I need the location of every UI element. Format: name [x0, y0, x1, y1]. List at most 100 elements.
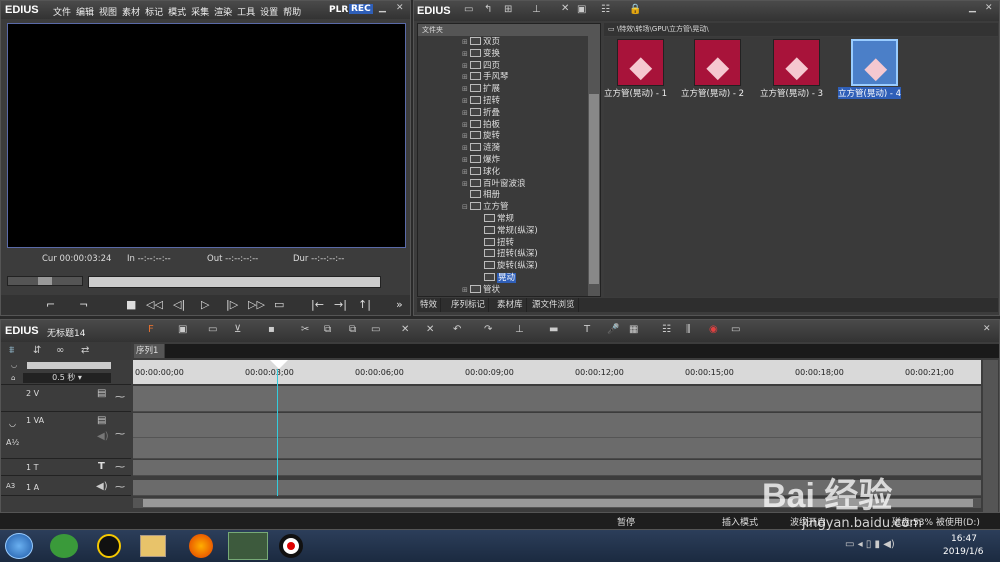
plr-button[interactable]: PLR: [329, 5, 348, 15]
track-lane-2v[interactable]: [133, 386, 981, 412]
split-icon[interactable]: ↑|: [358, 298, 371, 311]
track-1va-mute-icon[interactable]: ⁓: [115, 429, 125, 440]
properties-icon[interactable]: ▣: [577, 4, 586, 15]
expand-icon[interactable]: ⊞: [462, 285, 470, 296]
status-insert-mode[interactable]: 插入模式: [722, 515, 758, 528]
tree-item[interactable]: 常规: [476, 214, 514, 226]
rewind-icon[interactable]: ◁◁: [146, 298, 163, 311]
tree-view-icon[interactable]: ⊞: [504, 4, 512, 15]
tree-item[interactable]: ⊞ 扭转: [462, 96, 500, 108]
transition-thumbnail[interactable]: ◆: [773, 39, 820, 86]
replace-icon[interactable]: ▭: [371, 324, 380, 335]
menu-capture[interactable]: 采集: [191, 8, 209, 18]
zoom-select[interactable]: 0.5 秒 ▾: [23, 373, 111, 383]
effects-minimize-icon[interactable]: ▁: [969, 3, 976, 13]
more-icon[interactable]: »: [396, 298, 403, 311]
tree-item[interactable]: ⊞ 爆炸: [462, 155, 500, 167]
render-icon[interactable]: ▦: [629, 324, 638, 335]
transition-label[interactable]: 立方管(晃动) - 1: [604, 87, 667, 99]
menu-marker[interactable]: 标记: [145, 8, 163, 18]
expand-icon[interactable]: ⊞: [462, 49, 470, 61]
tree-item[interactable]: ⊞ 旋转: [462, 131, 500, 143]
edius-task-icon[interactable]: [228, 532, 268, 560]
loop-icon[interactable]: ▭: [274, 298, 284, 311]
shuttle-handle[interactable]: [38, 277, 52, 285]
expand-icon[interactable]: ⊞: [462, 61, 470, 73]
stop-icon[interactable]: ■: [126, 298, 136, 311]
tree-item[interactable]: 扭转(纵深): [476, 249, 538, 261]
save-icon[interactable]: ▪: [268, 324, 275, 335]
track-2v-visible-icon[interactable]: ▤: [97, 388, 106, 399]
expand-icon[interactable]: ⊞: [462, 143, 470, 155]
zoom-lock-icon[interactable]: ⌂: [11, 374, 15, 382]
expand-icon[interactable]: ⊞: [462, 37, 470, 49]
apply-icon[interactable]: ⊥: [532, 4, 541, 15]
tree-item[interactable]: 扭转: [476, 237, 514, 250]
menu-render[interactable]: 渲染: [214, 8, 232, 18]
step-forward-icon[interactable]: |▷: [226, 298, 238, 311]
qq-icon[interactable]: [97, 534, 121, 558]
sync-icon[interactable]: ⇵: [33, 345, 41, 356]
marker-icon[interactable]: ▬: [549, 324, 558, 335]
tree-item[interactable]: 旋转(纵深): [476, 261, 538, 273]
play-icon[interactable]: ▷: [201, 298, 209, 311]
mixer-icon[interactable]: ☷: [662, 324, 671, 335]
redo-icon[interactable]: ↷: [484, 324, 492, 335]
minimize-icon[interactable]: ▁: [379, 3, 386, 13]
tree-item[interactable]: ⊞ 变换: [462, 48, 500, 61]
shuttle-slider[interactable]: [7, 276, 83, 286]
track-1a-mute-icon[interactable]: ⁓: [115, 482, 125, 493]
folder-icon[interactable]: ▭: [464, 4, 473, 15]
tab-effects[interactable]: 特效: [417, 298, 442, 312]
transition-thumbnail[interactable]: ◆: [617, 39, 664, 86]
tree-item[interactable]: 相册: [462, 190, 500, 202]
tree-item[interactable]: 常规(纵深): [476, 225, 538, 238]
speaker-icon[interactable]: ◀): [96, 481, 108, 492]
color-icon[interactable]: ◉: [709, 324, 718, 335]
firefox-icon[interactable]: [189, 534, 213, 558]
audio-mixer-icon[interactable]: ⫼: [686, 324, 691, 335]
tree-item[interactable]: ⊞ 四页: [462, 60, 500, 73]
explorer-icon[interactable]: [140, 535, 166, 557]
ruler-scrollbar[interactable]: [983, 360, 998, 512]
zoom-slider[interactable]: [27, 362, 111, 369]
split-clip-icon[interactable]: ⊥: [515, 324, 524, 335]
track-header-1a[interactable]: A3 1 A ◀) ⁓: [1, 480, 131, 496]
expand-icon[interactable]: ⊞: [462, 108, 470, 120]
transition-label[interactable]: 立方管(晃动) - 2: [681, 87, 744, 99]
set-out-icon[interactable]: ¬: [79, 298, 88, 311]
microphone-icon[interactable]: 🎤: [607, 324, 619, 335]
menu-tools[interactable]: 工具: [237, 8, 255, 18]
transition-label[interactable]: 立方管(晃动) - 4: [838, 87, 902, 99]
expand-icon[interactable]: ⊞: [462, 120, 470, 132]
recorder-icon[interactable]: [279, 534, 303, 558]
tree-item[interactable]: ⊞ 手风琴: [462, 72, 509, 84]
new-sequence-icon[interactable]: F: [148, 324, 154, 335]
tree-item[interactable]: 晃动: [476, 273, 517, 285]
paste-icon[interactable]: ⧉: [349, 324, 356, 335]
tree-item[interactable]: ⊞ 扩展: [462, 84, 500, 96]
save-snapshot-icon[interactable]: ▣: [178, 324, 187, 335]
open-icon[interactable]: ▭: [208, 324, 217, 335]
tree-item[interactable]: ⊞ 百叶窗波浪: [462, 178, 526, 191]
step-back-icon[interactable]: ◁|: [173, 298, 185, 311]
start-button[interactable]: [5, 533, 33, 559]
group-icon[interactable]: ⇄: [81, 345, 89, 356]
menu-mode[interactable]: 模式: [168, 8, 186, 18]
slider-lock-icon[interactable]: ◡: [11, 361, 17, 369]
tree-item[interactable]: ⊞ 涟漪: [462, 143, 500, 155]
timeline-close-icon[interactable]: ✕: [983, 324, 991, 334]
tree-item[interactable]: ⊞ 管状: [462, 284, 500, 296]
expand-icon[interactable]: ⊞: [462, 131, 470, 143]
close-icon[interactable]: ✕: [396, 3, 404, 13]
ripple-delete-icon[interactable]: ✕: [426, 324, 434, 335]
link-icon[interactable]: ∞: [56, 345, 64, 356]
undo-icon[interactable]: ↶: [453, 324, 461, 335]
track-1va-channel-icon[interactable]: A½: [6, 438, 19, 447]
clock-date[interactable]: 2019/1/6: [943, 547, 983, 557]
menu-settings[interactable]: 设置: [260, 8, 278, 18]
transition-thumbnail[interactable]: ◆: [851, 39, 898, 86]
position-slider[interactable]: [88, 276, 381, 288]
up-folder-icon[interactable]: ↰: [484, 4, 492, 15]
track-mode-icon[interactable]: ⩩: [9, 345, 14, 356]
